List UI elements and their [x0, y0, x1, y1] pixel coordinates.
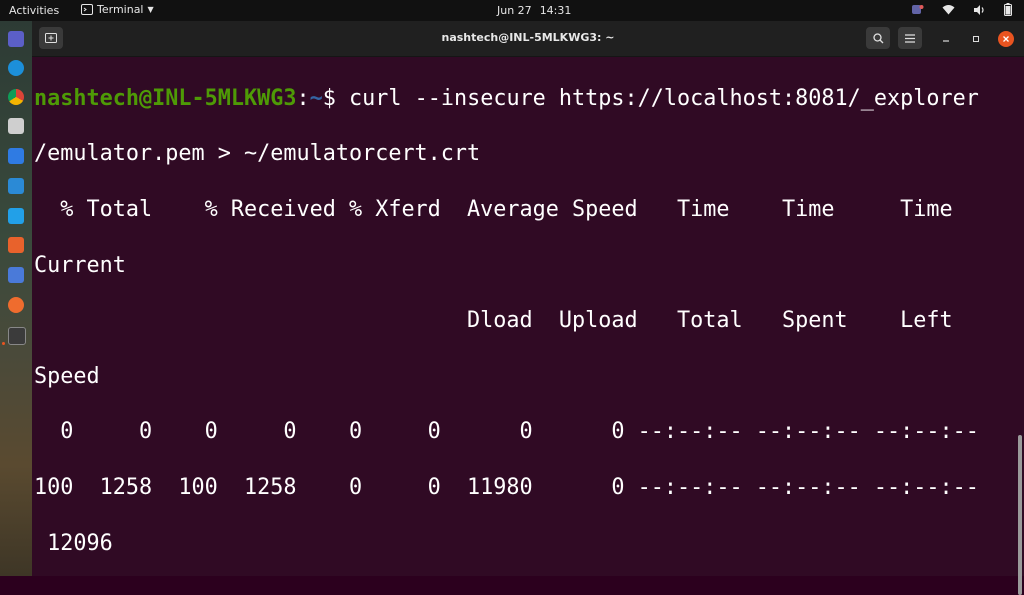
top-bar: Activities Terminal ▼ Jun 27 14:31: [0, 0, 1024, 21]
output-line: 12096: [34, 530, 113, 556]
output-line: 0 0 0 0 0 0 0 0 --:--:-- --:--:-- --:--:…: [34, 419, 979, 445]
volume-icon[interactable]: [973, 4, 986, 16]
app-menu[interactable]: Terminal ▼: [81, 3, 154, 16]
wifi-icon[interactable]: [942, 4, 955, 15]
clock-date: Jun 27: [497, 4, 532, 17]
software-center-icon[interactable]: [8, 237, 24, 253]
search-icon: [872, 32, 883, 43]
battery-icon[interactable]: [1004, 3, 1012, 16]
teams-tray-icon[interactable]: [911, 3, 924, 16]
terminal-icon[interactable]: [8, 327, 26, 345]
output-line: Dload Upload Total Spent Left: [34, 308, 979, 334]
edge-icon[interactable]: [8, 60, 24, 76]
menu-button[interactable]: [898, 27, 922, 49]
hamburger-icon: [905, 33, 915, 43]
minimize-icon: [943, 40, 949, 42]
vscode-icon[interactable]: [8, 208, 24, 224]
output-line: Current: [34, 252, 126, 278]
maximize-button[interactable]: [968, 31, 984, 47]
prompt-user-host: nashtech@INL-5MLKWG3: [34, 85, 297, 111]
chevron-down-icon: ▼: [147, 5, 154, 14]
terminal-window[interactable]: nashtech@INL-5MLKWG3: ~ nashtech@INL-5ML…: [32, 21, 1024, 595]
output-line: % Total % Received % Xferd Average Speed…: [34, 196, 979, 222]
minimize-button[interactable]: [938, 31, 954, 47]
title-bar[interactable]: nashtech@INL-5MLKWG3: ~: [32, 21, 1024, 57]
remote-desktop-icon[interactable]: [8, 178, 24, 194]
maximize-icon: [973, 36, 979, 42]
activities-button[interactable]: Activities: [9, 4, 59, 17]
teams-icon[interactable]: [8, 31, 24, 47]
chrome-icon[interactable]: [8, 89, 24, 105]
prompt-colon: :: [296, 85, 310, 111]
scrollbar[interactable]: [1018, 435, 1022, 595]
dock: [0, 21, 32, 576]
search-button[interactable]: [866, 27, 890, 49]
output-line: /emulator.pem > ~/emulatorcert.crt: [34, 141, 481, 167]
command-text: curl --insecure https://localhost:8081/_…: [335, 85, 979, 111]
app-menu-label: Terminal: [97, 3, 144, 16]
command-line: nashtech@INL-5MLKWG3:~$ curl --insecure …: [34, 85, 1014, 113]
clock-time: 14:31: [539, 4, 572, 17]
output-line: 100 1258 100 1258 0 0 11980 0 --:--:-- -…: [34, 474, 979, 500]
postman-icon[interactable]: [8, 297, 24, 313]
docs-icon[interactable]: [8, 148, 24, 164]
running-indicator: [2, 342, 5, 345]
close-icon: [1003, 36, 1009, 42]
system-tray[interactable]: [911, 3, 1012, 16]
files-icon[interactable]: [8, 118, 24, 134]
output-line: Speed: [34, 363, 100, 389]
prompt-symbol: $: [322, 85, 336, 111]
calculator-icon[interactable]: [8, 267, 24, 283]
clock[interactable]: Jun 27 14:31: [497, 4, 571, 17]
terminal-output[interactable]: nashtech@INL-5MLKWG3:~$ curl --insecure …: [34, 57, 1014, 576]
terminal-app-icon: [81, 4, 93, 15]
prompt-path: ~: [309, 85, 323, 111]
close-button[interactable]: [998, 31, 1014, 47]
